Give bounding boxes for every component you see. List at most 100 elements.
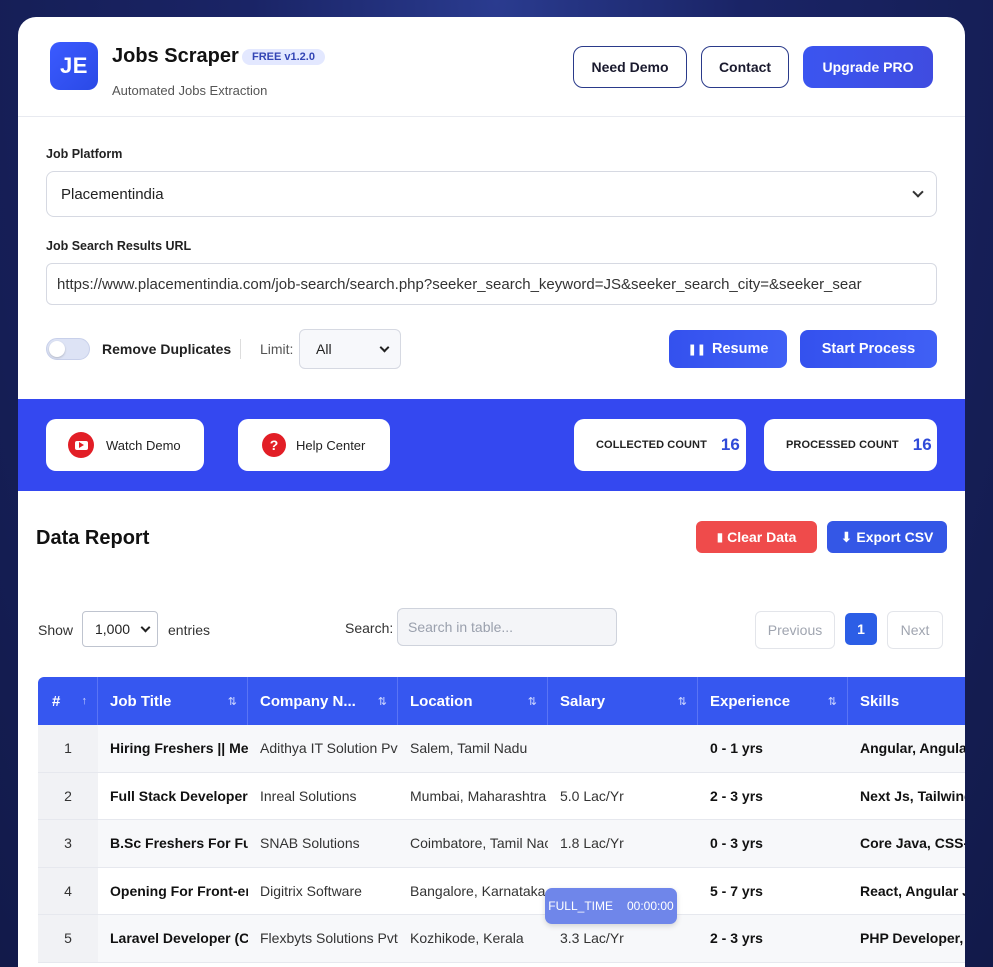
upgrade-pro-button[interactable]: Upgrade PRO [803,46,933,88]
column-header-company[interactable]: Company N... ⇅ [248,677,398,725]
resume-button[interactable]: ❚❚ Resume [669,330,787,368]
table-row[interactable]: 2 Full Stack Developer - Inreal Solution… [38,772,965,820]
clear-data-button[interactable]: ▮ Clear Data [696,521,817,553]
url-input[interactable]: https://www.placementindia.com/job-searc… [46,263,937,305]
cell-skills: Angular, Angular [860,740,965,757]
help-center-label: Help Center [296,437,366,453]
cell-location: Kozhikode, Kerala [410,930,524,947]
export-csv-label: Export CSV [856,529,934,545]
column-header-location[interactable]: Location ⇅ [398,677,548,725]
entries-value: 1,000 [95,621,131,637]
cell-company: Flexbyts Solutions Pvt [260,930,398,947]
cell-location: Salem, Tamil Nadu [410,740,528,757]
cell-experience: 2 - 3 yrs [710,930,763,947]
controls-row: Remove Duplicates Limit: All ❚❚ Resume S… [46,329,937,369]
cell-skills: PHP Developer, J [860,930,965,947]
cell-company: Adithya IT Solution Pvt [260,740,398,757]
cell-company: Inreal Solutions [260,787,357,804]
scraper-form: Job Platform Placementindia Job Search R… [46,147,937,305]
cell-experience: 2 - 3 yrs [710,787,763,804]
table-body: 1 Hiring Freshers || Mer Adithya IT Solu… [38,725,965,963]
app-header: JE Jobs Scraper FREE v1.2.0 Automated Jo… [18,17,965,117]
table-row[interactable]: 1 Hiring Freshers || Mer Adithya IT Solu… [38,725,965,773]
cell-location: Bangalore, Karnataka [410,882,546,899]
youtube-icon [68,432,94,458]
cell-skills: Core Java, CSS-C [860,835,965,852]
divider [240,339,241,359]
app-panel: JE Jobs Scraper FREE v1.2.0 Automated Jo… [18,17,965,967]
next-button[interactable]: Next [887,611,943,649]
cell-job-title: Full Stack Developer - [110,787,248,804]
app-subtitle: Automated Jobs Extraction [112,83,268,98]
pause-icon: ❚❚ [687,343,706,356]
processed-count-card: PROCESSED COUNT 16 [764,419,937,471]
platform-value: Placementindia [61,185,164,203]
entries-select[interactable]: 1,000 [82,611,158,647]
url-label: Job Search Results URL [46,239,192,253]
tooltip-time: 00:00:00 [626,899,674,913]
chevron-down-icon [379,342,390,352]
start-process-button[interactable]: Start Process [800,330,937,368]
resume-label: Resume [712,341,769,357]
cell-location: Coimbatore, Tamil Nac [410,835,548,852]
cell-job-title: Opening For Front-en [110,882,248,899]
cell-job-title: Laravel Developer (CR [110,930,248,947]
platform-label: Job Platform [46,147,123,161]
cell-index: 3 [38,820,98,867]
row-tooltip: FULL_TIME 00:00:00 [545,888,677,924]
report-title: Data Report [36,527,150,549]
limit-value: All [316,341,332,357]
cell-company: Digitrix Software [260,882,362,899]
export-csv-button[interactable]: ⬇ Export CSV [827,521,947,553]
cell-salary [548,725,698,772]
search-input[interactable]: Search in table... [397,608,617,646]
chevron-down-icon [912,186,924,198]
column-header-skills[interactable]: Skills [848,677,965,725]
help-icon: ? [262,433,286,457]
cell-index: 4 [38,867,98,914]
cell-job-title: Hiring Freshers || Mer [110,740,248,757]
cell-index: 5 [38,915,98,962]
previous-button[interactable]: Previous [755,611,835,649]
column-header-experience[interactable]: Experience ⇅ [698,677,848,725]
cell-experience: 0 - 1 yrs [710,740,763,757]
table-row[interactable]: 5 Laravel Developer (CR Flexbyts Solutio… [38,915,965,963]
need-demo-button[interactable]: Need Demo [573,46,687,88]
contact-button[interactable]: Contact [701,46,789,88]
remove-duplicates-toggle[interactable] [46,338,90,360]
watch-demo-card[interactable]: Watch Demo [46,419,204,471]
collected-count-card: COLLECTED COUNT 16 [574,419,746,471]
cell-skills: Next Js, Tailwind [860,787,965,804]
show-label: Show [38,622,74,638]
column-header-index[interactable]: # ↑ [38,677,98,725]
collected-count-label: COLLECTED COUNT [596,439,707,451]
limit-label: Limit: [260,341,294,357]
search-label: Search: [345,620,394,636]
cell-job-title: B.Sc Freshers For Full [110,835,248,852]
page-1-button[interactable]: 1 [845,613,877,645]
cell-experience: 5 - 7 yrs [710,882,763,899]
table-header: # ↑ Job Title ⇅ Company N... ⇅ Location ⇅ Sa… [38,677,965,725]
watch-demo-label: Watch Demo [106,437,181,453]
platform-select[interactable]: Placementindia [46,171,937,217]
entries-label: entries [168,622,211,638]
limit-select[interactable]: All [299,329,401,369]
processed-count-label: PROCESSED COUNT [786,439,899,451]
help-center-card[interactable]: ? Help Center [238,419,390,471]
column-header-salary[interactable]: Salary ⇅ [548,677,698,725]
cell-index: 1 [38,725,98,772]
version-badge: FREE v1.2.0 [242,49,325,65]
remove-duplicates-label: Remove Duplicates [102,341,232,357]
collected-count-value: 16 [720,435,740,454]
tooltip-type: FULL_TIME [548,899,613,913]
cell-index: 2 [38,772,98,819]
cell-experience: 0 - 3 yrs [710,835,763,852]
cell-company: SNAB Solutions [260,835,360,852]
column-header-job-title[interactable]: Job Title ⇅ [98,677,248,725]
table-row[interactable]: 4 Opening For Front-en Digitrix Software… [38,867,965,915]
chevron-down-icon [140,622,151,632]
cell-salary: 1.8 Lac/Yr [560,835,624,852]
table-row[interactable]: 3 B.Sc Freshers For Full SNAB Solutions … [38,820,965,868]
trash-icon: ▮ [716,530,724,544]
cell-skills: React, Angular Js [860,882,965,899]
